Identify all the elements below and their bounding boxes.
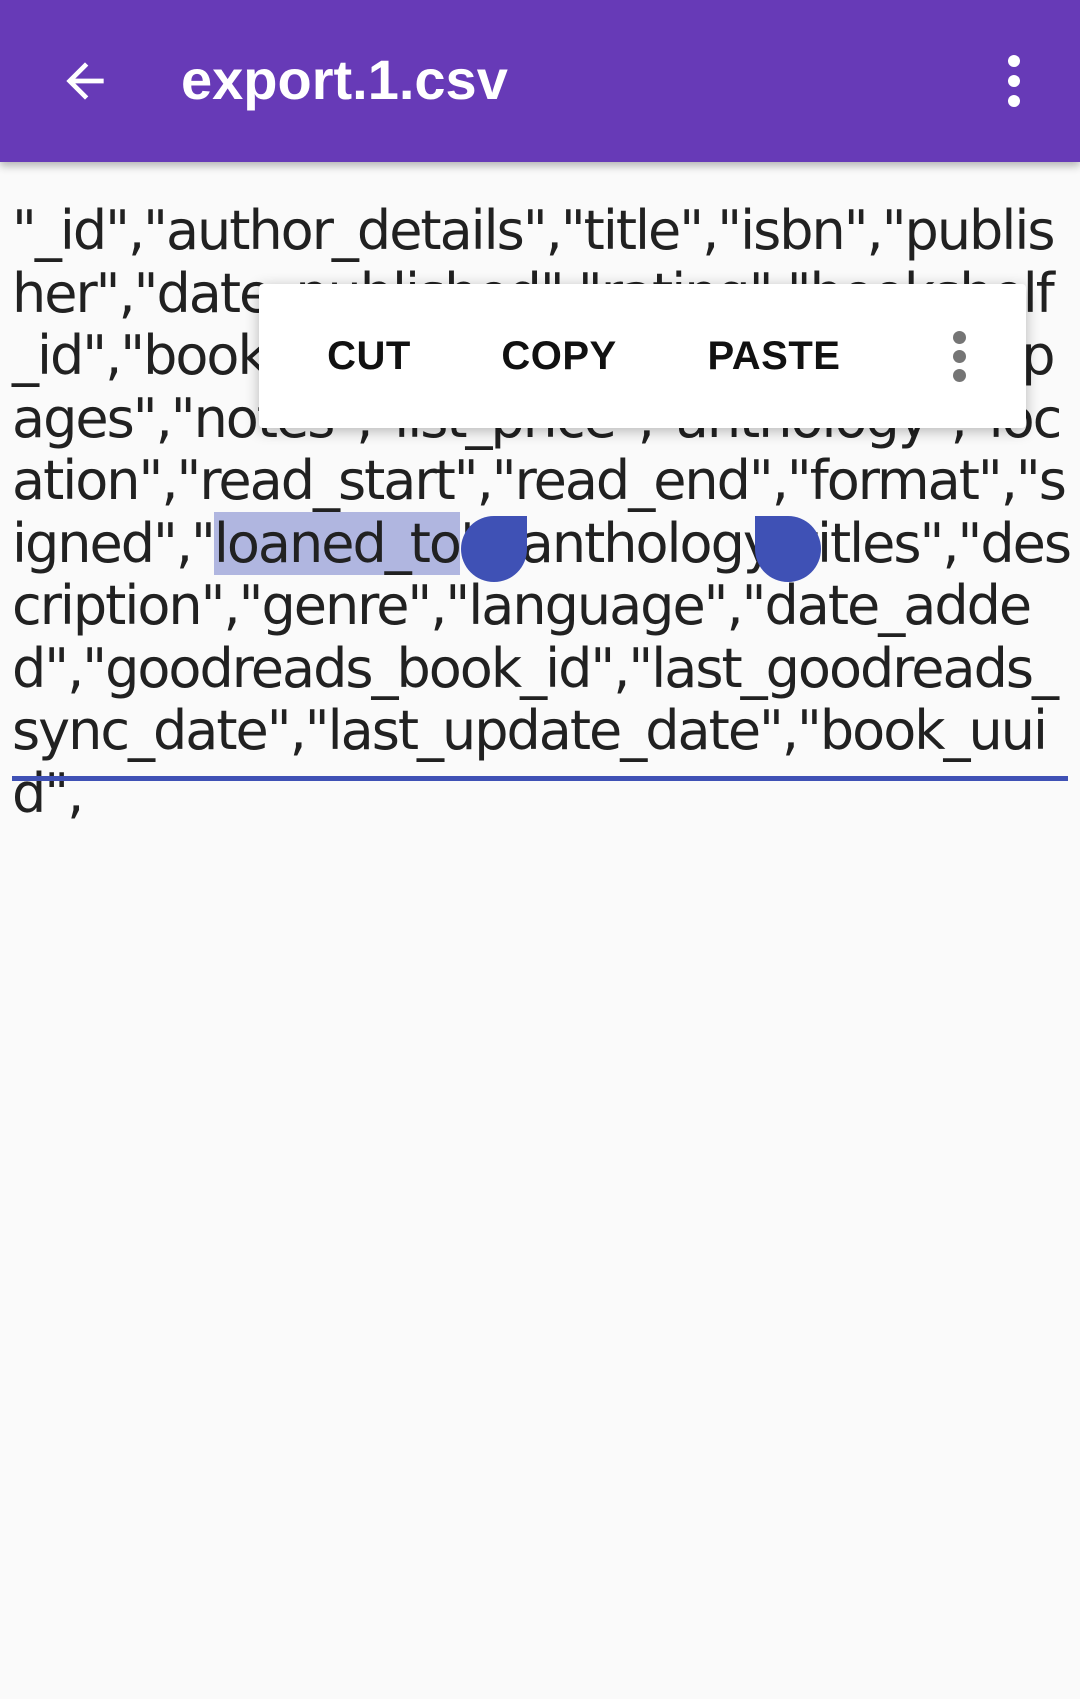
app-bar: export.1.csv — [0, 0, 1080, 162]
selection-start-handle[interactable] — [461, 516, 527, 582]
overflow-menu-button[interactable] — [988, 36, 1040, 126]
arrow-back-icon — [66, 62, 104, 100]
selection-end-handle[interactable] — [755, 516, 821, 582]
cut-button[interactable]: CUT — [289, 284, 449, 428]
more-vert-icon — [952, 328, 966, 385]
paste-button[interactable]: PASTE — [684, 284, 864, 428]
toolbar-more-button[interactable] — [909, 284, 1009, 428]
copy-button[interactable]: COPY — [479, 284, 639, 428]
selected-text[interactable]: loaned_to — [213, 511, 462, 575]
page-title: export.1.csv — [181, 48, 508, 111]
more-vert-icon — [1008, 51, 1020, 111]
text-selection-toolbar: CUT COPY PASTE — [259, 284, 1026, 428]
editor-underline — [12, 776, 1068, 781]
back-button[interactable] — [40, 36, 130, 126]
